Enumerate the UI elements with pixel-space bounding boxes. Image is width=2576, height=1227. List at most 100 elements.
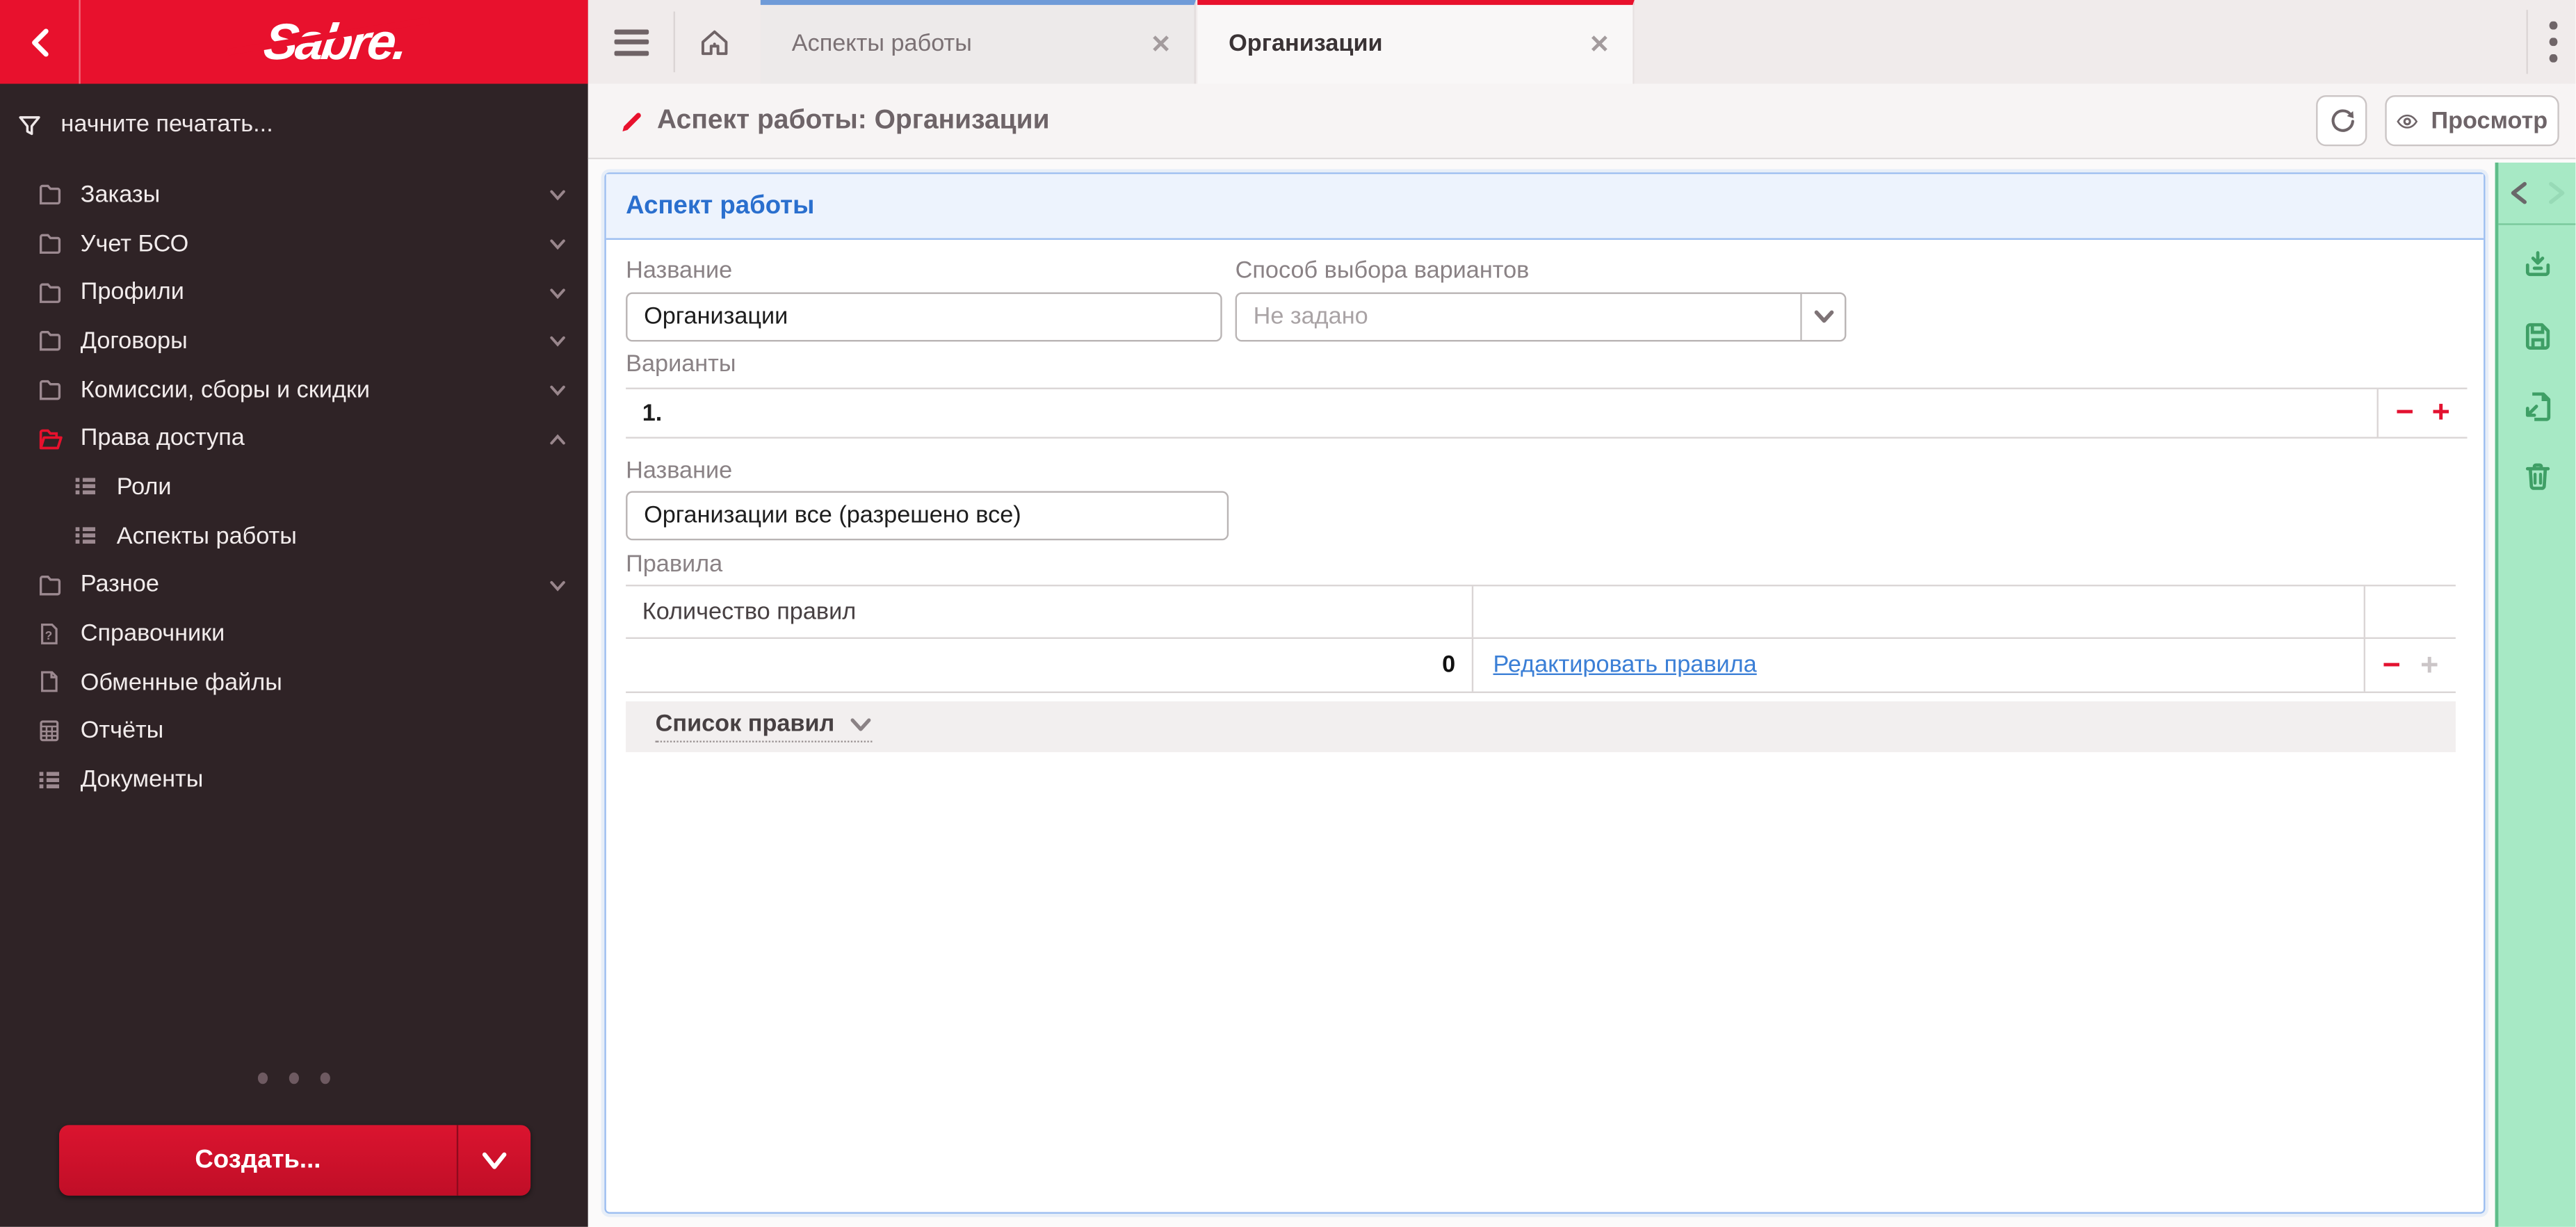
close-icon[interactable]: ✕ bbox=[1151, 5, 1172, 83]
chevron-down-icon[interactable] bbox=[547, 282, 569, 304]
chevron-down-icon[interactable] bbox=[547, 184, 569, 206]
title-bar: Аспект работы: Организации Просмотр bbox=[588, 83, 2576, 160]
collapse-panel-left-icon[interactable] bbox=[2507, 181, 2529, 205]
tab-bar: Аспекты работы ✕ Организации ✕ bbox=[588, 0, 2576, 84]
sidebar-item-label: Договоры bbox=[80, 328, 188, 355]
sidebar: Sabre. начните печатать... Заказы Учет Б… bbox=[0, 0, 588, 1227]
sidebar-item-orders[interactable]: Заказы bbox=[0, 171, 588, 220]
refresh-icon bbox=[2331, 108, 2354, 131]
edit-rules-link[interactable]: Редактировать правила bbox=[1493, 652, 1757, 678]
chevron-down-icon[interactable] bbox=[547, 234, 569, 255]
download-icon[interactable] bbox=[2520, 248, 2553, 281]
edit-pencil-icon bbox=[619, 108, 646, 135]
sidebar-item-label: Профили bbox=[80, 279, 184, 306]
chevron-down-icon[interactable] bbox=[547, 380, 569, 401]
select-chevron-button[interactable] bbox=[1800, 293, 1845, 341]
sidebar-item-label: Роли bbox=[116, 474, 172, 501]
name-field-label: Название bbox=[626, 257, 733, 284]
sidebar-item-bso-accounting[interactable]: Учет БСО bbox=[0, 220, 588, 268]
add-rule-button[interactable]: + bbox=[2420, 649, 2438, 681]
tab-work-aspects[interactable]: Аспекты работы ✕ bbox=[760, 0, 1196, 84]
create-button[interactable]: Создать... bbox=[59, 1125, 531, 1196]
variant-row[interactable]: 1. − + bbox=[626, 387, 2468, 439]
sidebar-menu: Заказы Учет БСО Профили Договоры Комисси bbox=[0, 171, 588, 805]
tab-label: Организации bbox=[1229, 31, 1383, 58]
page-title: Аспект работы: Организации bbox=[657, 105, 1050, 135]
refresh-button[interactable] bbox=[2316, 95, 2367, 147]
file-icon bbox=[36, 669, 64, 697]
file-question-icon: ? bbox=[36, 620, 64, 648]
sidebar-item-profiles[interactable]: Профили bbox=[0, 268, 588, 317]
rules-table-header-row: Количество правил bbox=[626, 586, 2456, 640]
panel-title: Аспект работы bbox=[626, 191, 815, 220]
svg-text:?: ? bbox=[45, 628, 53, 642]
folder-icon bbox=[36, 181, 64, 209]
method-select[interactable]: Не задано bbox=[1235, 292, 1847, 342]
right-toolbar-pager bbox=[2498, 163, 2576, 225]
sidebar-item-contracts[interactable]: Договоры bbox=[0, 317, 588, 366]
sidebar-item-directories[interactable]: ? Справочники bbox=[0, 610, 588, 658]
save-icon[interactable] bbox=[2520, 318, 2553, 351]
chevron-down-icon[interactable] bbox=[547, 331, 569, 352]
folder-icon bbox=[36, 571, 64, 599]
sidebar-item-label: Отчёты bbox=[80, 718, 164, 745]
rules-header-controls-cell bbox=[2365, 586, 2456, 637]
sidebar-item-label: Аспекты работы bbox=[116, 523, 297, 550]
menu-hamburger-button[interactable] bbox=[594, 0, 667, 83]
folder-open-icon bbox=[36, 425, 64, 453]
export-icon[interactable] bbox=[2520, 389, 2553, 422]
variant-name-label: Название bbox=[626, 458, 733, 485]
home-icon bbox=[701, 29, 728, 54]
name-input[interactable] bbox=[626, 292, 1222, 342]
variants-section-label: Варианты bbox=[626, 351, 736, 378]
chevron-up-icon[interactable] bbox=[547, 428, 569, 450]
sidebar-item-documents[interactable]: Документы bbox=[0, 756, 588, 804]
expand-panel-right-icon[interactable] bbox=[2545, 181, 2567, 205]
sidebar-item-access-rights[interactable]: Права доступа bbox=[0, 414, 588, 463]
sidebar-item-reports[interactable]: Отчёты bbox=[0, 707, 588, 756]
trash-icon[interactable] bbox=[2520, 460, 2553, 493]
work-aspect-panel: Аспект работы Название Способ выбора вар… bbox=[604, 172, 2486, 1214]
add-variant-button[interactable]: + bbox=[2432, 398, 2450, 429]
chevron-down-icon[interactable] bbox=[547, 575, 569, 596]
right-toolbar bbox=[2495, 162, 2576, 1227]
sidebar-item-label: Документы bbox=[80, 767, 204, 794]
remove-rule-button[interactable]: − bbox=[2383, 649, 2401, 681]
chevron-down-icon bbox=[850, 717, 871, 731]
sidebar-item-work-aspects[interactable]: Аспекты работы bbox=[0, 512, 588, 561]
folder-icon bbox=[36, 376, 64, 404]
rules-count-value: 0 bbox=[626, 639, 1474, 692]
tab-organizations[interactable]: Организации ✕ bbox=[1197, 0, 1635, 84]
home-button[interactable] bbox=[680, 0, 749, 83]
rules-header-empty-cell bbox=[1473, 586, 2365, 637]
main-content: Аспект работы Название Способ выбора вар… bbox=[588, 159, 2576, 1227]
variant-name-input[interactable] bbox=[626, 491, 1229, 541]
sidebar-item-commissions[interactable]: Комиссии, сборы и скидки bbox=[0, 366, 588, 414]
method-select-placeholder: Не задано bbox=[1253, 304, 1368, 330]
kebab-menu-button[interactable] bbox=[2532, 0, 2576, 83]
folder-icon bbox=[36, 279, 64, 307]
create-menu-button[interactable] bbox=[456, 1125, 530, 1196]
variant-row-controls: − + bbox=[2376, 389, 2468, 437]
rules-table: Количество правил 0 Редактировать правил… bbox=[626, 585, 2456, 693]
sidebar-collapse-button[interactable] bbox=[0, 0, 81, 84]
variant-row-index: 1. bbox=[642, 400, 663, 427]
sidebar-item-label: Справочники bbox=[80, 621, 225, 647]
rules-count-header: Количество правил bbox=[626, 586, 1474, 637]
sidebar-filter-input[interactable]: начните печатать... bbox=[17, 104, 273, 146]
rules-list-toggle[interactable]: Список правил bbox=[626, 701, 2456, 753]
sidebar-item-roles[interactable]: Роли bbox=[0, 464, 588, 512]
rules-list-toggle-label: Список правил bbox=[655, 710, 835, 738]
sidebar-item-exchange-files[interactable]: Обменные файлы bbox=[0, 658, 588, 707]
view-button[interactable]: Просмотр bbox=[2385, 95, 2559, 147]
tabbar-divider bbox=[2526, 10, 2528, 74]
sidebar-item-misc[interactable]: Разное bbox=[0, 561, 588, 610]
remove-variant-button[interactable]: − bbox=[2395, 398, 2413, 429]
folder-icon bbox=[36, 327, 64, 355]
eye-icon bbox=[2397, 113, 2418, 128]
close-icon[interactable]: ✕ bbox=[1589, 5, 1610, 83]
view-button-label: Просмотр bbox=[2431, 107, 2548, 134]
rules-row-controls: − + bbox=[2365, 639, 2456, 692]
back-chevron-icon bbox=[27, 26, 51, 58]
list-icon bbox=[72, 523, 100, 551]
